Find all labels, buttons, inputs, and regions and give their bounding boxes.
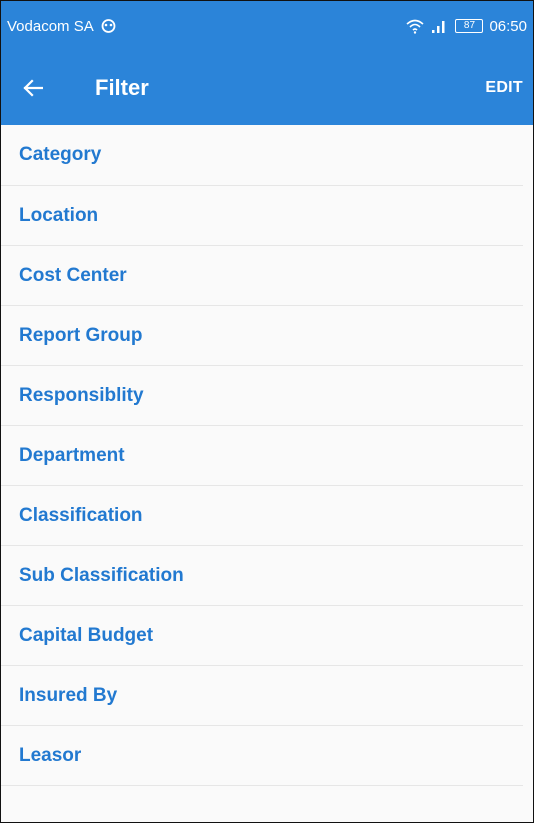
filter-item-department[interactable]: Department: [1, 426, 523, 486]
filter-item-report-group[interactable]: Report Group: [1, 306, 523, 366]
filter-item-category[interactable]: Category: [1, 125, 523, 186]
filter-item-label: Sub Classification: [19, 564, 184, 586]
battery-level: 87: [463, 20, 476, 31]
filter-item-label: Insured By: [19, 684, 118, 706]
filter-list: Category Location Cost Center Report Gro…: [1, 125, 533, 786]
filter-item-responsibility[interactable]: Responsiblity: [1, 366, 523, 426]
status-bar: Vodacom SA 87 06:50: [1, 1, 533, 51]
filter-item-label: Capital Budget: [19, 624, 154, 646]
filter-item-label: Classification: [19, 504, 143, 526]
status-time: 06:50: [489, 17, 527, 35]
filter-item-label: Department: [19, 444, 125, 466]
filter-item-label: Responsiblity: [19, 384, 144, 406]
status-left: Vodacom SA: [7, 18, 116, 35]
phone-screen: Vodacom SA 87 06:50 Filter EDIT Category…: [0, 0, 534, 823]
page-title: Filter: [95, 75, 149, 100]
notification-icon: [101, 19, 116, 33]
arrow-left-icon: [23, 79, 43, 97]
filter-item-label: Leasor: [19, 744, 82, 766]
filter-item-cost-center[interactable]: Cost Center: [1, 246, 523, 306]
wifi-icon: [405, 18, 425, 34]
filter-item-label: Cost Center: [19, 264, 127, 286]
filter-item-insured-by[interactable]: Insured By: [1, 666, 523, 726]
battery-icon: 87: [455, 19, 484, 33]
signal-icon: [431, 19, 449, 33]
edit-button[interactable]: EDIT: [485, 79, 523, 97]
carrier-name: Vodacom SA: [7, 17, 94, 35]
filter-item-sub-classification[interactable]: Sub Classification: [1, 546, 523, 606]
filter-item-leasor[interactable]: Leasor: [1, 726, 523, 786]
filter-item-label: Category: [19, 144, 102, 165]
filter-item-label: Location: [19, 204, 99, 226]
back-button[interactable]: [23, 68, 63, 108]
filter-item-location[interactable]: Location: [1, 186, 523, 246]
filter-item-classification[interactable]: Classification: [1, 486, 523, 546]
app-bar: Filter EDIT: [1, 51, 533, 125]
status-right: 87 06:50: [405, 18, 527, 35]
filter-item-label: Report Group: [19, 324, 143, 346]
filter-item-capital-budget[interactable]: Capital Budget: [1, 606, 523, 666]
